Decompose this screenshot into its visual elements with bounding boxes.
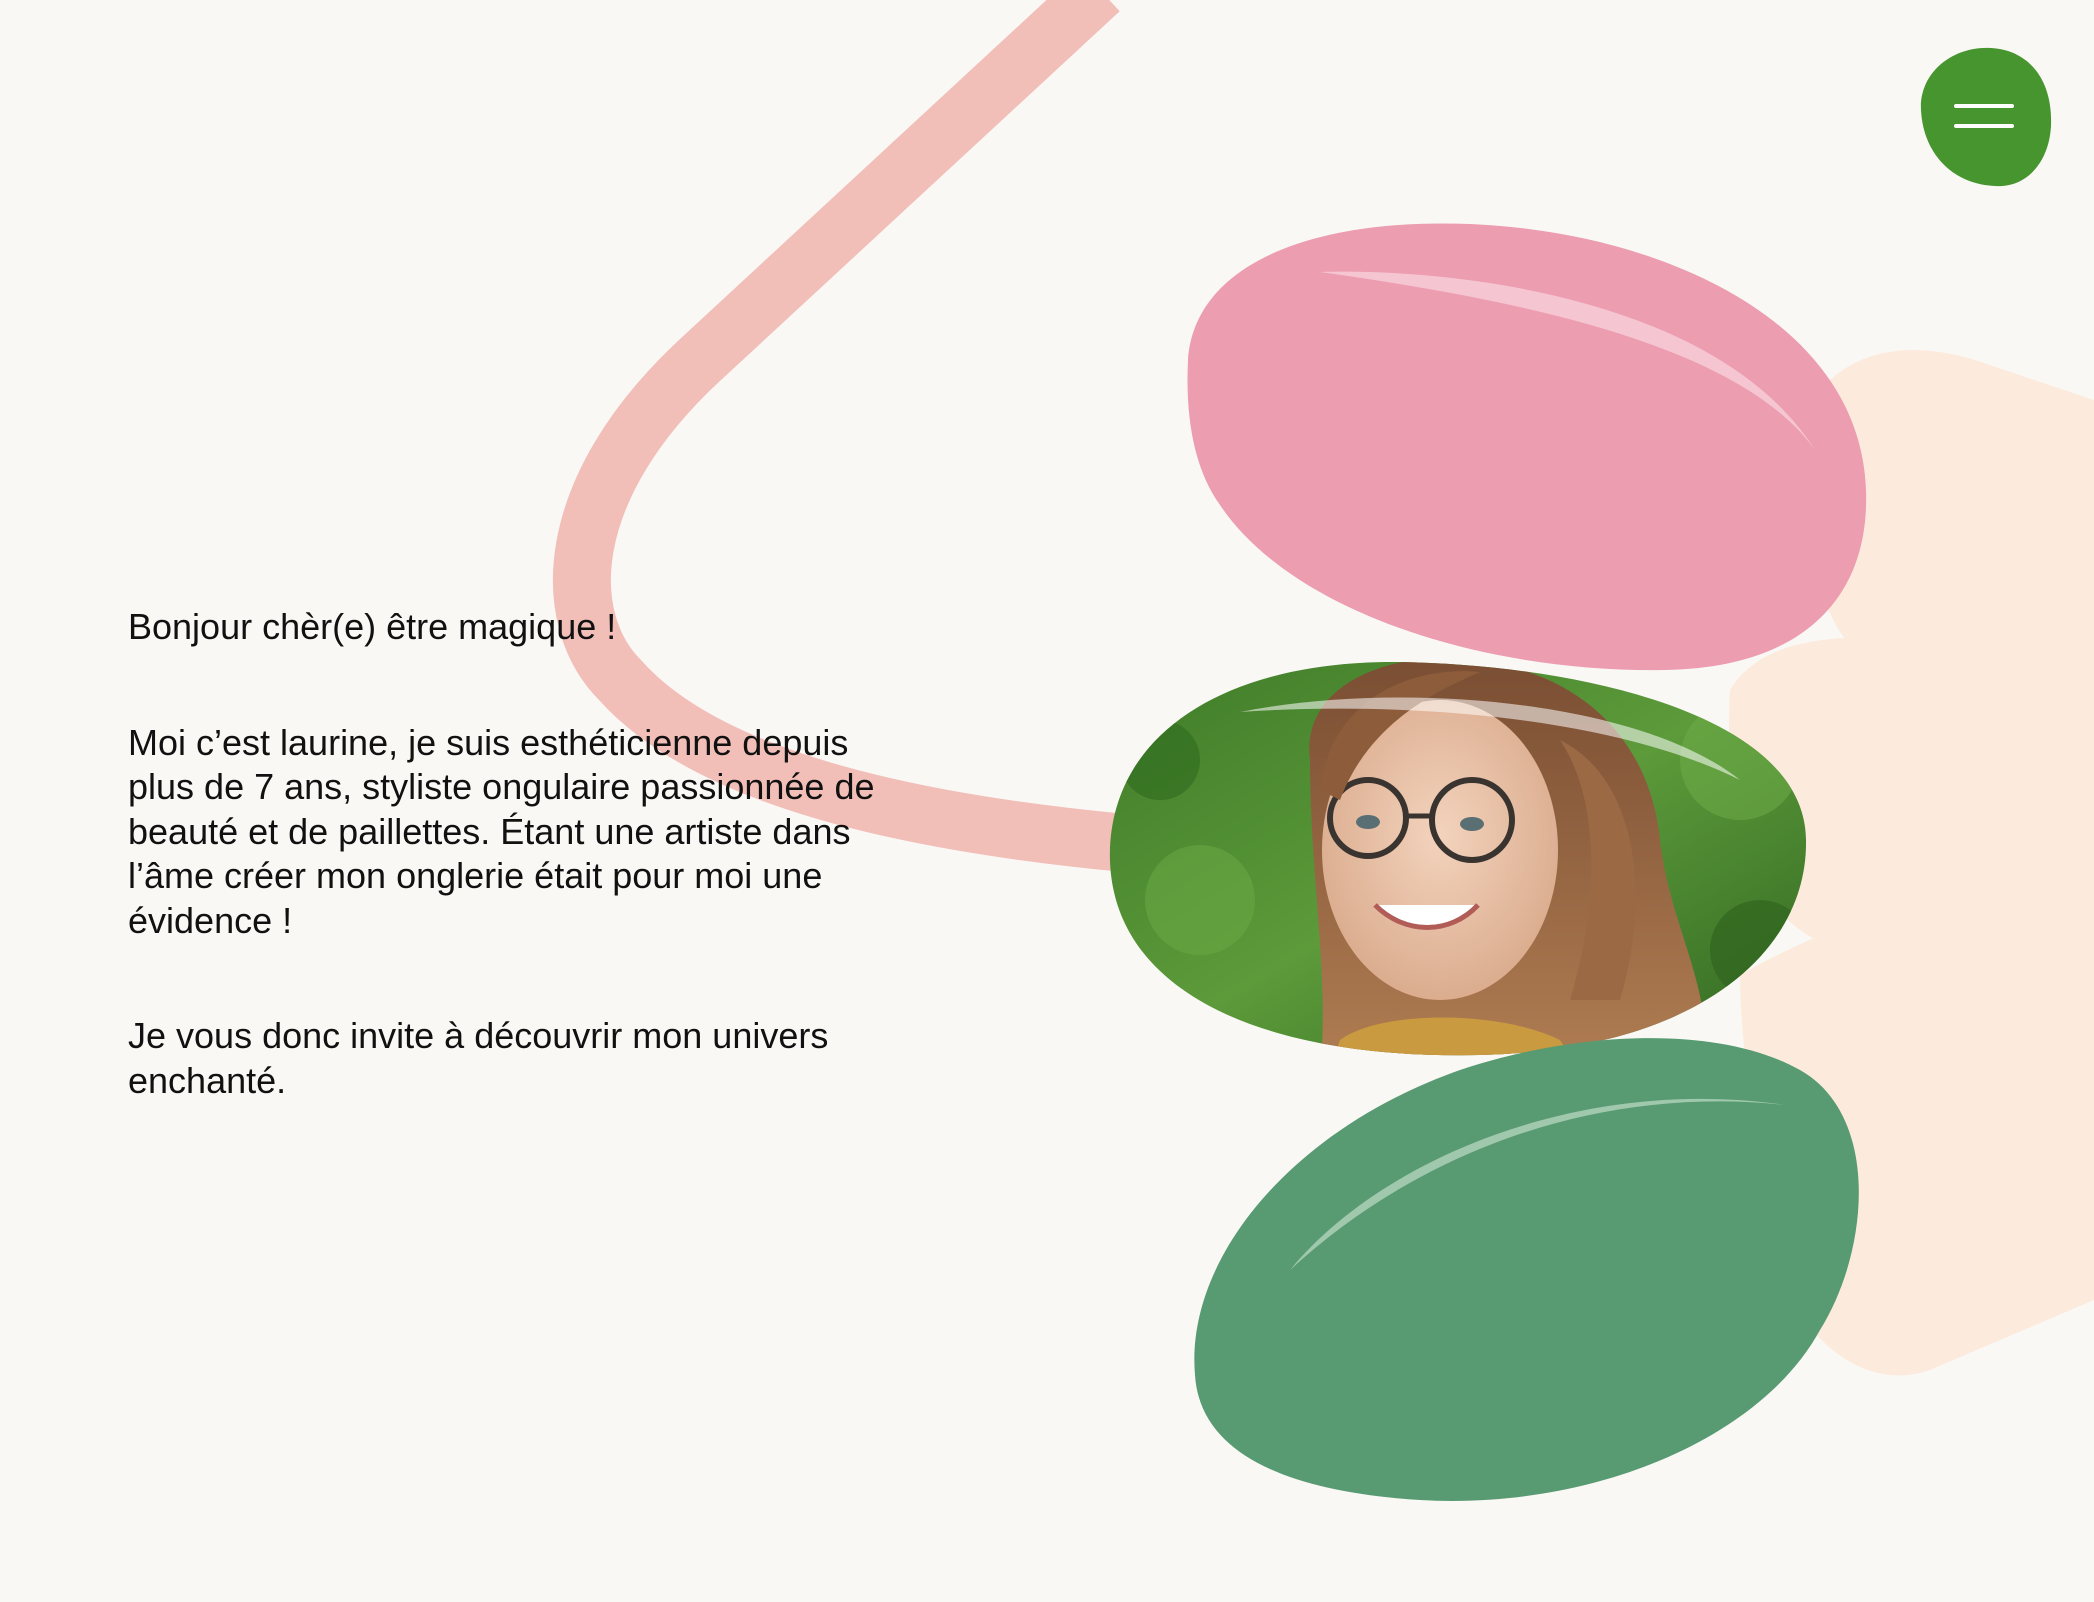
pink-nail [1187, 223, 1867, 671]
bio-text: Moi c’est laurine, je suis esthéticienne… [128, 721, 875, 941]
menu-button[interactable] [1911, 44, 2055, 188]
greeting-text: Bonjour chèr(e) être magique ! [128, 606, 617, 647]
invitation-text: Je vous donc invite à découvrir mon univ… [128, 1015, 829, 1101]
green-nail [1194, 1038, 1859, 1501]
page: Bonjour chèr(e) être magique ! Moi c’est… [0, 0, 2094, 1602]
profile-photo [1109, 661, 1807, 1056]
intro-text: Bonjour chèr(e) être magique ! Moi c’est… [128, 605, 918, 1103]
